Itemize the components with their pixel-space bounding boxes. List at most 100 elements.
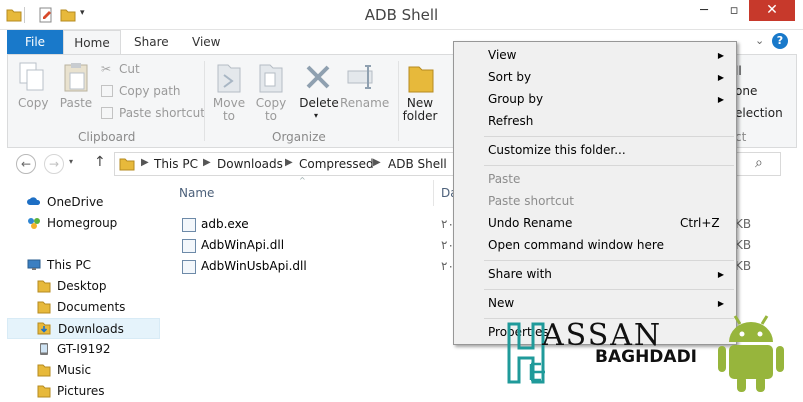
tab-view[interactable]: View — [192, 30, 220, 54]
menu-item-view[interactable]: View ▶ — [454, 45, 736, 66]
delete-button[interactable]: Delete — [298, 97, 340, 110]
help-icon[interactable]: ? — [772, 33, 788, 49]
menu-item-customize-folder[interactable]: Customize this folder... — [454, 140, 736, 161]
submenu-arrow-icon: ▶ — [717, 73, 724, 82]
paste-icon — [64, 63, 88, 92]
ribbon-collapse-icon[interactable]: ⌄ — [755, 34, 764, 47]
move-to-button[interactable]: Move to — [210, 97, 248, 123]
ribbon-separator — [204, 61, 205, 141]
column-separator[interactable] — [433, 180, 434, 206]
phone-icon — [40, 343, 48, 355]
recent-locations-icon[interactable]: ▾ — [69, 157, 73, 166]
menu-item-label: Share with — [488, 267, 552, 281]
sidebar-item-label: Desktop — [57, 279, 107, 293]
dll-icon — [182, 239, 196, 253]
menu-item-refresh[interactable]: Refresh — [454, 111, 736, 132]
menu-item-share-with[interactable]: Share with ▶ — [454, 264, 736, 285]
exe-icon — [182, 218, 196, 232]
sidebar-item-onedrive[interactable]: OneDrive — [7, 192, 160, 213]
copy-path-button[interactable]: Copy path — [119, 83, 181, 99]
copy-button[interactable]: Copy — [18, 97, 48, 110]
sidebar-item-label: Downloads — [58, 322, 124, 336]
menu-item-open-command-window[interactable]: Open command window here — [454, 235, 736, 256]
submenu-arrow-icon: ▶ — [717, 270, 724, 279]
copy-to-icon — [259, 64, 283, 93]
breadcrumb-compressed[interactable]: Compressed — [299, 157, 374, 171]
menu-item-label: View — [488, 48, 517, 62]
android-icon — [718, 315, 784, 392]
menu-item-new[interactable]: New ▶ — [454, 293, 736, 314]
menu-item-label: Refresh — [488, 114, 534, 128]
minimize-button[interactable]: ─ — [690, 0, 718, 22]
menu-item-paste[interactable]: Paste — [454, 169, 736, 190]
menu-separator — [484, 165, 734, 166]
paste-shortcut-button[interactable]: Paste shortcut — [119, 105, 205, 121]
file-name: AdbWinApi.dll — [201, 238, 285, 252]
sidebar-item-pictures[interactable]: Pictures — [7, 381, 160, 402]
tab-home[interactable]: Home — [63, 30, 121, 54]
delete-dropdown-icon[interactable]: ▾ — [314, 111, 318, 120]
close-button[interactable]: ✕ — [749, 0, 795, 21]
folder-icon — [37, 364, 51, 377]
sidebar-item-music[interactable]: Music — [7, 360, 160, 381]
file-name: AdbWinUsbApi.dll — [201, 259, 307, 273]
copy-to-button[interactable]: Copy to — [252, 97, 290, 123]
folder-icon — [37, 301, 51, 314]
back-button[interactable]: ← — [16, 154, 36, 174]
file-date: ٢٠ — [441, 259, 454, 273]
file-size: KB — [735, 217, 752, 231]
breadcrumb-adb-shell[interactable]: ADB Shell — [388, 157, 447, 171]
forward-button[interactable]: → — [44, 154, 64, 174]
paste-shortcut-icon — [101, 107, 113, 119]
maximize-button[interactable]: ▫ — [720, 0, 748, 22]
sidebar-item-gt-i9192[interactable]: GT-I9192 — [7, 339, 160, 360]
cut-button[interactable]: Cut — [119, 61, 140, 77]
column-header-name[interactable]: Name — [179, 186, 214, 200]
copy-icon — [19, 62, 44, 91]
computer-icon — [27, 259, 41, 270]
new-folder-icon — [408, 66, 434, 93]
file-date: ٢٠ — [441, 217, 454, 231]
sidebar-item-homegroup[interactable]: Homegroup — [7, 213, 160, 234]
menu-item-label: Customize this folder... — [488, 143, 626, 157]
sidebar-item-downloads[interactable]: Downloads — [7, 318, 160, 339]
breadcrumb-this-pc[interactable]: This PC — [154, 157, 198, 171]
cloud-icon — [27, 197, 41, 205]
breadcrumb-separator[interactable]: ▶ — [141, 157, 149, 168]
paste-button[interactable]: Paste — [58, 97, 94, 110]
menu-item-sort-by[interactable]: Sort by ▶ — [454, 67, 736, 88]
invert-selection-button[interactable]: election — [735, 105, 783, 121]
tab-file[interactable]: File — [7, 30, 63, 54]
menu-item-undo-rename[interactable]: Undo Rename Ctrl+Z — [454, 213, 736, 234]
menu-item-group-by[interactable]: Group by ▶ — [454, 89, 736, 110]
rename-icon — [347, 65, 373, 89]
menu-separator — [484, 260, 734, 261]
new-folder-button[interactable]: New folder — [400, 97, 440, 123]
sidebar-item-label: OneDrive — [47, 195, 104, 209]
sidebar-item-label: Homegroup — [47, 216, 118, 230]
sidebar-item-this-pc[interactable]: This PC — [7, 255, 160, 276]
sidebar-item-label: Documents — [57, 300, 126, 314]
breadcrumb-separator[interactable]: ▶ — [373, 157, 381, 168]
menu-item-shortcut: Ctrl+Z — [680, 216, 720, 230]
ribbon-separator — [398, 61, 399, 141]
menu-item-label: Sort by — [488, 70, 532, 84]
breadcrumb-downloads[interactable]: Downloads — [217, 157, 283, 171]
submenu-arrow-icon: ▶ — [717, 95, 724, 104]
menu-item-paste-shortcut[interactable]: Paste shortcut — [454, 191, 736, 212]
breadcrumb-separator[interactable]: ▶ — [285, 157, 293, 168]
sidebar-item-label: Music — [57, 363, 92, 377]
rename-button[interactable]: Rename — [340, 97, 389, 110]
select-none-button[interactable]: one — [735, 83, 757, 99]
sidebar-item-desktop[interactable]: Desktop — [7, 276, 160, 297]
organize-group-label: Organize — [272, 130, 326, 144]
search-icon[interactable]: ⌕ — [755, 155, 763, 171]
breadcrumb-separator[interactable]: ▶ — [203, 157, 211, 168]
sidebar-item-label: GT-I9192 — [57, 342, 111, 356]
sidebar-item-documents[interactable]: Documents — [7, 297, 160, 318]
up-button[interactable]: ↑ — [94, 154, 106, 170]
sidebar-item-label: Pictures — [57, 384, 105, 398]
dll-icon — [182, 260, 196, 274]
tab-share[interactable]: Share — [134, 30, 169, 54]
folder-icon — [119, 158, 135, 171]
